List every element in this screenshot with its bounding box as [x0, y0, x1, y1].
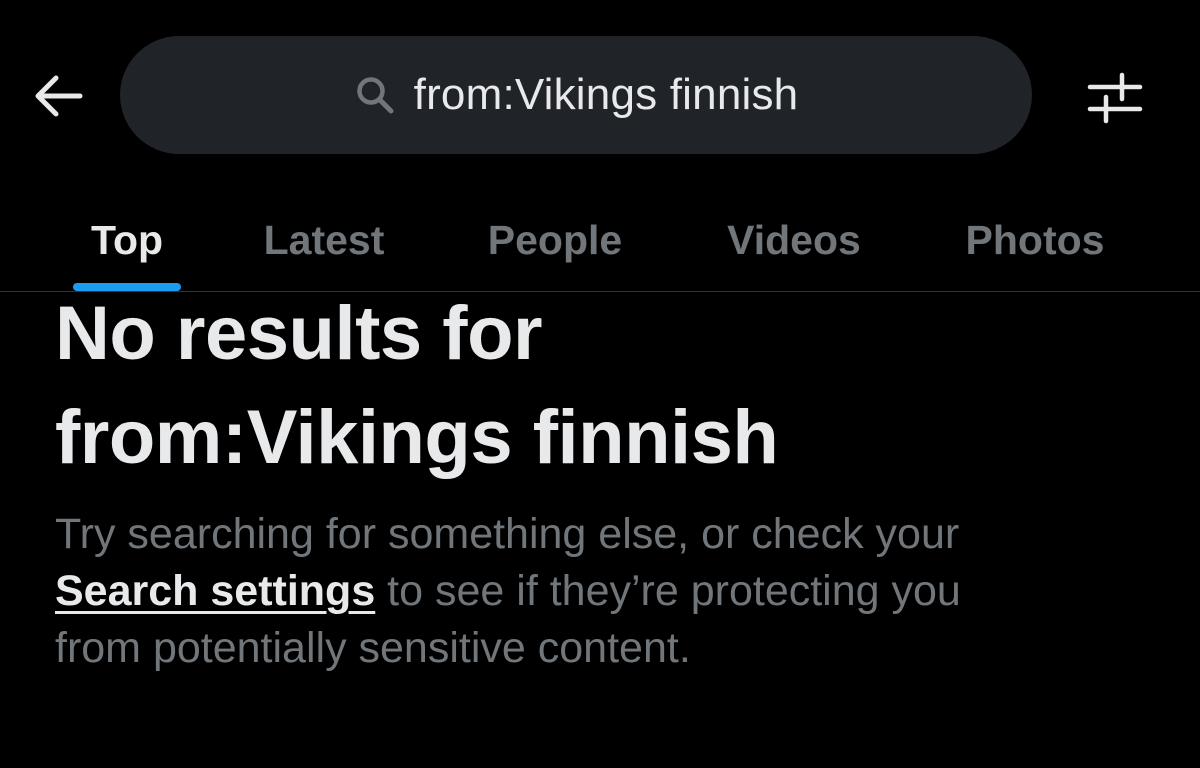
- empty-state-description: Try searching for something else, or che…: [55, 506, 1165, 677]
- empty-state-desc-line3: from potentially sensitive content.: [55, 624, 691, 672]
- tab-videos[interactable]: Videos: [706, 200, 882, 280]
- tab-latest[interactable]: Latest: [244, 200, 404, 280]
- tab-people[interactable]: People: [468, 200, 642, 280]
- search-bar-content: from:Vikings finnish: [354, 70, 799, 120]
- search-filter-button[interactable]: [1082, 66, 1148, 128]
- empty-state-desc-line1: Try searching for something else, or che…: [55, 510, 960, 558]
- empty-state-title: No results for from:Vikings finnish: [55, 282, 1155, 490]
- search-query: from:Vikings finnish: [413, 70, 799, 119]
- search-settings-link[interactable]: Search settings: [55, 567, 375, 615]
- empty-state-title-line1: No results for: [55, 291, 543, 376]
- back-button[interactable]: [30, 70, 86, 122]
- empty-state-title-line2: from:Vikings finnish: [55, 395, 779, 480]
- search-icon: [354, 74, 396, 116]
- back-arrow-icon: [35, 75, 83, 117]
- tab-photos[interactable]: Photos: [946, 200, 1124, 280]
- filter-sliders-icon: [1087, 72, 1143, 124]
- empty-state-desc-line2: Search settings to see if they’re protec…: [55, 563, 1165, 620]
- tab-top[interactable]: Top: [73, 200, 181, 280]
- empty-state-desc-line2-text: to see if they’re protecting you: [375, 567, 961, 615]
- search-bar[interactable]: from:Vikings finnish: [120, 36, 1032, 154]
- search-tabs: Top Latest People Videos Photos: [0, 190, 1200, 292]
